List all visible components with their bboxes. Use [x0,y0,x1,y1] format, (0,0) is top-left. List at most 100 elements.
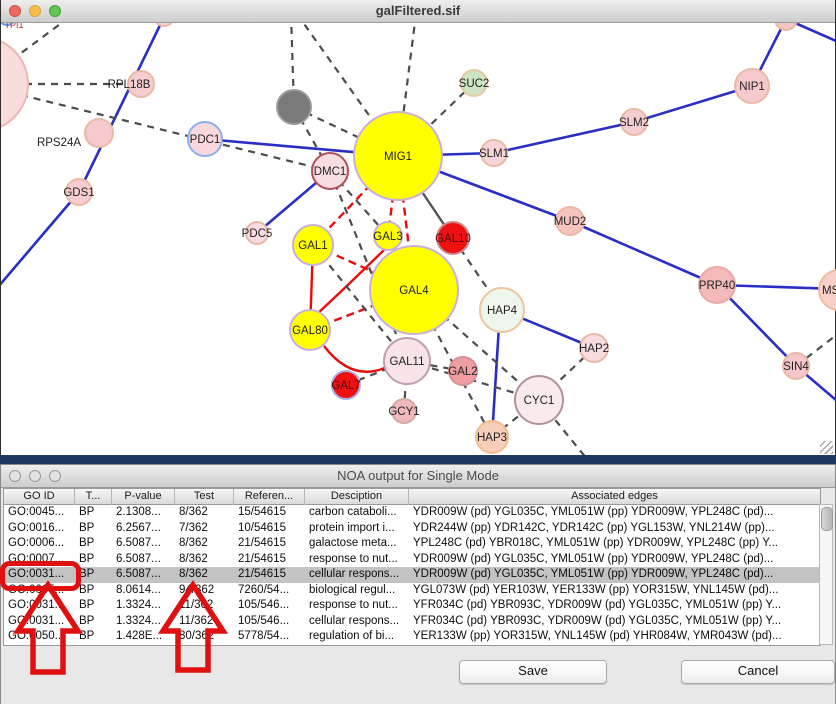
table-cell: biological regul... [305,583,409,599]
resize-grip-icon[interactable] [820,441,833,454]
column-header-t-[interactable]: T... [75,489,112,505]
zoom-button[interactable] [49,470,61,482]
column-header-desciption[interactable]: Desciption [305,489,409,505]
table-cell: 1.3324... [112,614,175,630]
table-cell: 105/546... [234,598,305,614]
column-header-go-id[interactable]: GO ID [4,489,75,505]
network-graph: TPI1RPL18BRPS24AGDS1PDC1DMC1MIG1SUC2NIP1… [1,0,836,457]
graph-edge-blue[interactable] [494,122,634,153]
table-cell: 80/362 [175,629,234,645]
graph-node-label-GAL2: GAL2 [448,366,477,378]
graph-node-label-GAL7: GAL7 [331,380,360,392]
table-header-row: GO IDT...P-valueTestReferen...Desciption… [4,489,820,505]
window-controls [9,470,61,482]
table-row[interactable]: GO:0050...BP1.428E...80/3625778/54...reg… [4,629,820,645]
table-cell: cellular respons... [305,614,409,630]
desktop: TPI1RPL18BRPS24AGDS1PDC1DMC1MIG1SUC2NIP1… [0,0,836,704]
network-canvas[interactable]: TPI1RPL18BRPS24AGDS1PDC1DMC1MIG1SUC2NIP1… [1,0,836,457]
graph-node-label-HAP4: HAP4 [487,305,518,317]
table-cell: 2.1308... [112,505,175,521]
column-header-referen-[interactable]: Referen... [234,489,305,505]
table-cell: YDR009W (pd) YGL035C, YML051W (pp) YDR00… [409,567,820,583]
table-cell: BP [75,629,112,645]
graph-node-label-PDC1: PDC1 [190,134,221,146]
table-cell: BP [75,583,112,599]
graph-edge-blue[interactable] [570,221,717,285]
table-cell: 94/362 [175,583,234,599]
table-row[interactable]: GO:0006...BP6.5087...8/36221/54615galact… [4,536,820,552]
table-cell: GO:0065... [4,583,75,599]
zoom-button[interactable] [49,5,61,17]
table-cell: GO:0031... [4,567,75,583]
noa-window-title: NOA output for Single Mode [1,465,835,487]
table-row[interactable]: GO:0031...BP6.5087...8/36221/54615cellul… [4,567,820,583]
table-cell: YDR244W (pp) YDR142C, YDR142C (pp) YGL15… [409,521,820,537]
close-button[interactable] [9,470,21,482]
table-cell: 6.5087... [112,552,175,568]
graph-edge-blue[interactable] [634,86,752,122]
table-row[interactable]: GO:0007...BP6.5087...8/36221/54615respon… [4,552,820,568]
cancel-button[interactable]: Cancel [681,660,835,684]
minimize-button[interactable] [29,470,41,482]
close-button[interactable] [9,5,21,17]
graph-node-label-GAL80: GAL80 [292,325,328,337]
graph-node-label-PRP40: PRP40 [699,280,735,292]
table-cell: BP [75,567,112,583]
column-header-associated-edges[interactable]: Associated edges [409,489,820,505]
table-cell: carbon cataboli... [305,505,409,521]
table-cell: response to nut... [305,552,409,568]
table-cell: BP [75,598,112,614]
table-row[interactable]: GO:0031...BP1.3324...11/362105/546...cel… [4,614,820,630]
graph-edge-blue[interactable] [1,192,79,287]
table-cell: GO:0045... [4,505,75,521]
table-cell: GO:0006... [4,536,75,552]
table-cell: galactose meta... [305,536,409,552]
graph-node-label-RPL18B: RPL18B [108,79,151,91]
graph-edge-red[interactable] [324,346,389,372]
graph-node-label-SLM1: SLM1 [479,148,509,160]
table-cell: YER133W (pp) YOR315W, YNL145W (pd) YHR08… [409,629,820,645]
graph-node-label-MUD2: MUD2 [554,216,587,228]
graph-node-label-GAL3: GAL3 [373,231,402,243]
table-cell: regulation of bi... [305,629,409,645]
desktop-gap [0,455,836,464]
save-button[interactable]: Save [459,660,607,684]
graph-window-titlebar: galFiltered.sif [1,0,835,23]
table-row[interactable]: GO:0065...BP8.0614...94/3627260/54...bio… [4,583,820,599]
table-cell: 21/54615 [234,536,305,552]
graph-node-label-PDC5: PDC5 [242,228,273,240]
graph-edge-blue[interactable] [79,17,164,192]
graph-node-RPS24A[interactable] [85,119,113,147]
table-cell: YFR034C (pd) YBR093C, YDR009W (pd) YGL03… [409,614,820,630]
graph-node-label-SUC2: SUC2 [459,78,490,90]
graph-node-label-GAL10: GAL10 [435,233,471,245]
table-cell: YFR034C (pd) YBR093C, YDR009W (pd) YGL03… [409,598,820,614]
table-row[interactable]: GO:0016...BP6.2567...7/36210/54615protei… [4,521,820,537]
scrollbar-thumb[interactable] [821,507,833,531]
minimize-button[interactable] [29,5,41,17]
column-header-p-value[interactable]: P-value [112,489,175,505]
graph-node-gray-node[interactable] [277,90,311,124]
table-cell: GO:0016... [4,521,75,537]
table-cell: 11/362 [175,598,234,614]
table-cell: 6.2567... [112,521,175,537]
table-cell: GO:0050... [4,629,75,645]
table-cell: 1.3324... [112,598,175,614]
table-cell: BP [75,536,112,552]
table-row[interactable]: GO:0045...BP2.1308...8/36215/54615carbon… [4,505,820,521]
table-cell: 7260/54... [234,583,305,599]
noa-results-table: GO IDT...P-valueTestReferen...Desciption… [3,488,821,646]
column-header-test[interactable]: Test [175,489,234,505]
vertical-scrollbar[interactable] [819,504,833,645]
table-cell: response to nut... [305,598,409,614]
graph-window: TPI1RPL18BRPS24AGDS1PDC1DMC1MIG1SUC2NIP1… [0,0,836,457]
table-row[interactable]: GO:0031...BP1.3324...11/362105/546...res… [4,598,820,614]
table-cell: 21/54615 [234,552,305,568]
graph-node-label-RPS24A: RPS24A [37,137,81,149]
table-cell: protein import i... [305,521,409,537]
graph-node-label-MSL5: MSL5 [822,285,836,297]
table-cell: GO:0007... [4,552,75,568]
table-cell: 5778/54... [234,629,305,645]
noa-window-titlebar: NOA output for Single Mode [1,465,835,488]
table-cell: 8/362 [175,505,234,521]
